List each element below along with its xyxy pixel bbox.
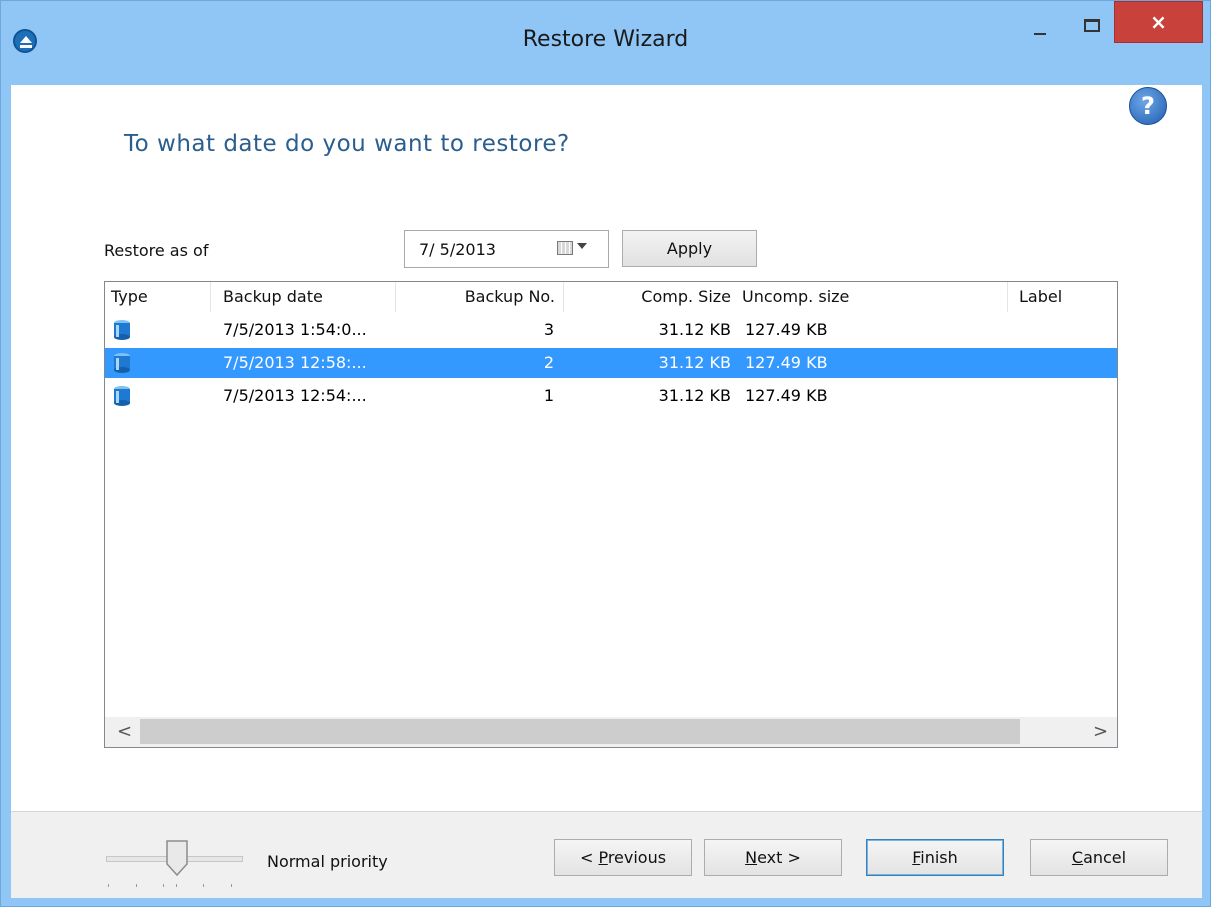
database-icon bbox=[114, 386, 130, 406]
restore-as-of-label: Restore as of bbox=[104, 241, 209, 260]
backup-date-cell: 7/5/2013 12:58:... bbox=[223, 353, 367, 372]
previous-label: revious bbox=[607, 848, 667, 867]
priority-slider-thumb[interactable] bbox=[166, 840, 188, 876]
cancel-button[interactable]: Cancel bbox=[1030, 839, 1168, 876]
backup-no-cell: 1 bbox=[543, 386, 554, 405]
calendar-icon[interactable] bbox=[557, 241, 573, 255]
backup-date-cell: 7/5/2013 1:54:0... bbox=[223, 320, 367, 339]
database-icon bbox=[114, 353, 130, 373]
backup-no-cell: 3 bbox=[543, 320, 554, 339]
table-row[interactable]: 7/5/2013 12:54:... 1 31.12 KB 127.49 KB bbox=[105, 381, 1117, 411]
backup-list[interactable]: Type Backup date Backup No. Comp. Size U… bbox=[104, 281, 1118, 748]
database-icon bbox=[114, 320, 130, 340]
finish-label: inish bbox=[920, 848, 958, 867]
scroll-right-icon[interactable]: > bbox=[1093, 721, 1108, 742]
slider-tick bbox=[108, 884, 109, 887]
comp-size-cell: 31.12 KB bbox=[658, 353, 731, 372]
column-header-backup-no[interactable]: Backup No. bbox=[395, 282, 555, 312]
column-header-type[interactable]: Type bbox=[111, 282, 148, 312]
priority-label: Normal priority bbox=[267, 852, 388, 871]
finish-button[interactable]: Finish bbox=[866, 839, 1004, 876]
horizontal-scrollbar[interactable]: < > bbox=[105, 717, 1117, 747]
restore-wizard-window: Restore Wizard × ? To what date do you w… bbox=[0, 0, 1211, 907]
wizard-page: ? To what date do you want to restore? R… bbox=[11, 85, 1202, 811]
table-row[interactable]: 7/5/2013 12:58:... 2 31.12 KB 127.49 KB bbox=[105, 348, 1117, 378]
column-header-comp-size[interactable]: Comp. Size bbox=[563, 282, 731, 312]
help-icon[interactable]: ? bbox=[1129, 87, 1167, 125]
table-row[interactable]: 7/5/2013 1:54:0... 3 31.12 KB 127.49 KB bbox=[105, 315, 1117, 345]
apply-button[interactable]: Apply bbox=[622, 230, 757, 267]
title-bar[interactable]: Restore Wizard × bbox=[1, 1, 1210, 85]
date-value[interactable]: 7/ 5/2013 bbox=[419, 240, 496, 259]
slider-tick bbox=[136, 884, 137, 887]
slider-tick bbox=[163, 884, 164, 887]
uncomp-size-cell: 127.49 KB bbox=[745, 353, 828, 372]
scrollbar-thumb[interactable] bbox=[140, 719, 1020, 744]
uncomp-size-cell: 127.49 KB bbox=[745, 320, 828, 339]
uncomp-size-cell: 127.49 KB bbox=[745, 386, 828, 405]
cancel-label: ancel bbox=[1083, 848, 1127, 867]
close-button[interactable]: × bbox=[1114, 1, 1203, 43]
wizard-footer: Normal priority < Previous Next > Finish… bbox=[11, 811, 1202, 898]
minimize-button[interactable] bbox=[1015, 1, 1065, 43]
backup-no-cell: 2 bbox=[543, 353, 554, 372]
maximize-button[interactable] bbox=[1067, 1, 1117, 43]
previous-mnemonic: P bbox=[598, 848, 608, 867]
column-header-label[interactable]: Label bbox=[1019, 282, 1062, 312]
previous-button[interactable]: < Previous bbox=[554, 839, 692, 876]
slider-tick bbox=[231, 884, 232, 887]
page-title: To what date do you want to restore? bbox=[124, 131, 570, 157]
maximize-icon bbox=[1084, 19, 1100, 32]
cancel-mnemonic: C bbox=[1071, 848, 1084, 867]
column-separator[interactable] bbox=[1007, 282, 1008, 312]
column-separator[interactable] bbox=[210, 282, 211, 312]
restore-date-picker[interactable]: 7/ 5/2013 bbox=[404, 230, 609, 268]
backup-date-cell: 7/5/2013 12:54:... bbox=[223, 386, 367, 405]
previous-prefix: < bbox=[579, 848, 599, 867]
slider-tick bbox=[203, 884, 204, 887]
next-mnemonic: N bbox=[745, 848, 758, 867]
comp-size-cell: 31.12 KB bbox=[658, 386, 731, 405]
scroll-left-icon[interactable]: < bbox=[117, 721, 132, 742]
minimize-icon bbox=[1034, 33, 1046, 35]
next-label: ext > bbox=[757, 848, 801, 867]
column-header-uncomp-size[interactable]: Uncomp. size bbox=[742, 282, 849, 312]
column-header-backup-date[interactable]: Backup date bbox=[223, 282, 323, 312]
close-icon: × bbox=[1150, 10, 1167, 34]
comp-size-cell: 31.12 KB bbox=[658, 320, 731, 339]
next-button[interactable]: Next > bbox=[704, 839, 842, 876]
slider-tick bbox=[176, 884, 177, 887]
dropdown-arrow-icon[interactable] bbox=[577, 243, 587, 249]
